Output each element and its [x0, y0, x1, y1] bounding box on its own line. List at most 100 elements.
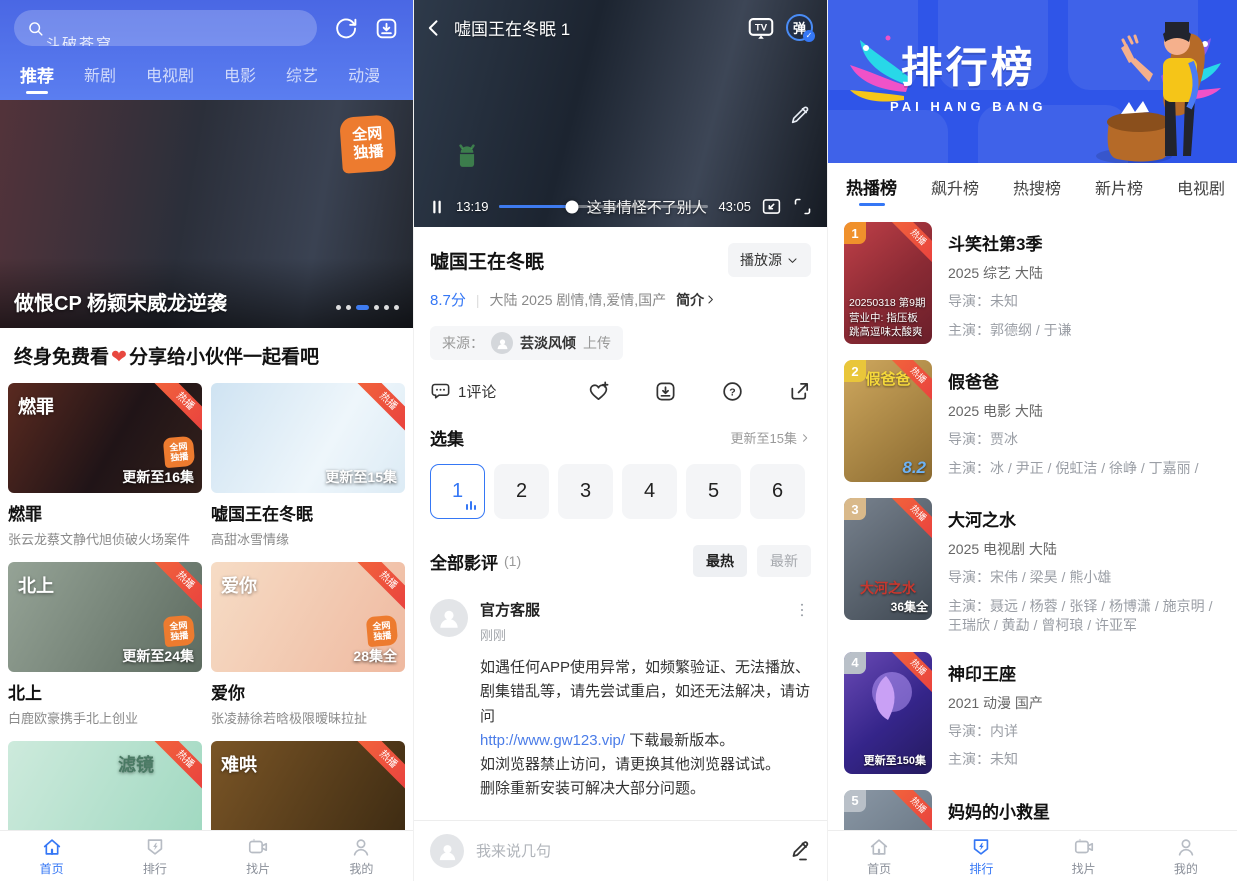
- intro-link[interactable]: 简介: [676, 290, 717, 310]
- video-card[interactable]: 热播 更新至15集 嘘国王在冬眠 高甜冰雪情缘: [211, 383, 405, 548]
- video-player[interactable]: 嘘国王在冬眠 1 弹✓ 13:19 这事情怪不了别人 43:05: [414, 0, 827, 227]
- sort-new-button[interactable]: 最新: [757, 545, 811, 577]
- download-manager-icon[interactable]: [374, 16, 399, 41]
- cast-tv-icon[interactable]: [746, 14, 776, 41]
- tab-recommend[interactable]: 推荐: [20, 62, 54, 99]
- favorite-icon[interactable]: [587, 380, 610, 403]
- episode-button[interactable]: 4: [622, 464, 677, 519]
- episode-button[interactable]: 3: [558, 464, 613, 519]
- pause-icon[interactable]: [428, 198, 446, 216]
- item-cast: 主演：未知: [948, 750, 1043, 770]
- download-icon[interactable]: [654, 380, 677, 403]
- nav-find[interactable]: 找片: [1033, 831, 1135, 881]
- video-card[interactable]: 燃罪 热播 全网独播 更新至16集 燃罪 张云龙蔡文静代旭侦破火场案件: [8, 383, 202, 548]
- nav-ranking[interactable]: 排行: [930, 831, 1032, 881]
- episode-overlay: 更新至15集: [325, 467, 397, 487]
- video-card[interactable]: 难哄 热播: [211, 741, 405, 830]
- ranking-item[interactable]: 1 热播 20250318 第9期营业中: 指压板跳高逗味太酸爽 斗笑社第3季 …: [844, 222, 1221, 344]
- comment-icon: [430, 381, 451, 402]
- history-icon[interactable]: [333, 16, 358, 41]
- user-icon: [1175, 836, 1197, 858]
- comment-input[interactable]: [476, 843, 775, 860]
- tab-hot-list[interactable]: 热播榜: [846, 163, 897, 210]
- tab-tv-list[interactable]: 电视剧: [1177, 163, 1225, 210]
- tab-rising-list[interactable]: 飙升榜: [931, 163, 979, 210]
- write-comment-icon[interactable]: [787, 839, 811, 863]
- search-input[interactable]: 斗破苍穹: [14, 10, 317, 46]
- card-title: 北上: [8, 679, 202, 704]
- video-grid: 燃罪 热播 全网独播 更新至16集 燃罪 张云龙蔡文静代旭侦破火场案件 热播 更…: [0, 373, 413, 830]
- help-icon[interactable]: [721, 380, 744, 403]
- comment-text: 如遇任何APP使用异常，如频繁验证、无法播放、剧集错乱等，请先尝试重启，如还无法…: [480, 656, 811, 802]
- screen-home: 斗破苍穹 推荐 新剧 电视剧 电影 综艺 动漫 全网独播: [0, 0, 413, 881]
- current-time: 13:19: [456, 199, 489, 214]
- player-controls: 13:19 这事情怪不了别人 43:05: [414, 196, 827, 217]
- nav-find[interactable]: 找片: [207, 831, 310, 881]
- tab-tv-series[interactable]: 电视剧: [146, 62, 194, 99]
- sort-hot-button[interactable]: 最热: [693, 545, 747, 577]
- download-link[interactable]: http://www.gw123.vip/: [480, 732, 625, 749]
- uploader-pill[interactable]: 来源： 芸淡风倾 上传: [430, 326, 623, 360]
- tab-new-list[interactable]: 新片榜: [1095, 163, 1143, 210]
- episode-button[interactable]: 6: [750, 464, 805, 519]
- ranking-icon: [144, 836, 166, 858]
- item-meta: 2025 综艺 大陆: [948, 263, 1072, 283]
- rank-badge: 3: [844, 498, 866, 520]
- hot-ribbon: 热播: [888, 222, 932, 266]
- carousel-dots[interactable]: [336, 305, 399, 310]
- play-source-button[interactable]: 播放源: [728, 243, 811, 277]
- nav-home[interactable]: 首页: [0, 831, 103, 881]
- ranking-item[interactable]: 3 热播 大河之水 36集全 大河之水 2025 电视剧 大陆 导演：宋伟 / …: [844, 498, 1221, 636]
- item-meta: 2025 电视剧 大陆: [948, 539, 1221, 559]
- tab-variety[interactable]: 综艺: [286, 62, 318, 99]
- item-title: 神印王座: [948, 660, 1043, 685]
- item-director: 导演：未知: [948, 292, 1072, 312]
- chevron-right-icon: [704, 293, 717, 306]
- progress-thumb[interactable]: [566, 200, 579, 213]
- home-icon: [868, 836, 890, 858]
- nav-mine[interactable]: 我的: [310, 831, 413, 881]
- search-icon: [26, 19, 45, 38]
- danmaku-toggle[interactable]: 弹✓: [786, 14, 813, 41]
- back-icon[interactable]: [424, 18, 444, 38]
- ranking-item[interactable]: 2 热播 假爸爸 8.2 假爸爸 2025 电影 大陆 导演：贾冰 主演：冰 /…: [844, 360, 1221, 482]
- rank-badge: 5: [844, 790, 866, 812]
- more-options-icon[interactable]: [793, 601, 811, 619]
- nav-mine[interactable]: 我的: [1135, 831, 1237, 881]
- ranking-item[interactable]: 5 热播 妈妈的小救星 2025 短剧 大陆: [844, 790, 1221, 830]
- reviews-title: 全部影评: [430, 549, 498, 574]
- video-card[interactable]: 爱你 热播 全网独播 28集全 爱你 张凌赫徐若晗极限暧昧拉扯: [211, 562, 405, 727]
- nav-ranking[interactable]: 排行: [103, 831, 206, 881]
- fullscreen-icon[interactable]: [792, 196, 813, 217]
- episode-button[interactable]: 1: [430, 464, 485, 519]
- tab-new-drama[interactable]: 新剧: [84, 62, 116, 99]
- chevron-down-icon: [786, 254, 799, 267]
- meta-text: 大陆 2025 剧情,情,爱情,国产: [490, 290, 667, 310]
- exclusive-badge: 全网独播: [163, 436, 196, 469]
- rank-badge: 2: [844, 360, 866, 382]
- episode-button[interactable]: 5: [686, 464, 741, 519]
- avatar: [430, 599, 468, 637]
- card-subtitle: 白鹿欧豪携手北上创业: [8, 708, 202, 727]
- episodes-status-link[interactable]: 更新至15集: [731, 428, 811, 447]
- tab-search-list[interactable]: 热搜榜: [1013, 163, 1061, 210]
- video-card[interactable]: 滤镜 热播: [8, 741, 202, 830]
- progress-bar[interactable]: 这事情怪不了别人: [499, 205, 709, 208]
- video-card[interactable]: 北上 热播 全网独播 更新至24集 北上 白鹿欧豪携手北上创业: [8, 562, 202, 727]
- share-icon[interactable]: [788, 380, 811, 403]
- player-title: 嘘国王在冬眠 1: [454, 15, 736, 40]
- hero-banner[interactable]: 全网独播 做恨CP 杨颖宋威龙逆袭: [0, 100, 413, 328]
- edit-pencil-icon[interactable]: [789, 104, 811, 126]
- item-cast: 主演：聂远 / 杨蓉 / 张铎 / 杨博潇 / 施京明 / 王瑞欣 / 黄勐 /…: [948, 597, 1221, 636]
- tab-anime[interactable]: 动漫: [348, 62, 380, 99]
- poster-overlay: 更新至150集: [864, 754, 926, 769]
- video-title: 嘘国王在冬眠: [430, 247, 544, 274]
- hero-caption: 做恨CP 杨颖宋威龙逆袭: [14, 287, 227, 316]
- episode-button[interactable]: 2: [494, 464, 549, 519]
- nav-home[interactable]: 首页: [828, 831, 930, 881]
- comments-count-button[interactable]: 1评论: [430, 381, 587, 402]
- banner-title: 排行榜: [890, 34, 1046, 95]
- tab-movie[interactable]: 电影: [224, 62, 256, 99]
- pip-icon[interactable]: [761, 196, 782, 217]
- ranking-item[interactable]: 4 热播 更新至150集 神印王座 2021 动漫 国产 导演：内详 主演：未知: [844, 652, 1221, 774]
